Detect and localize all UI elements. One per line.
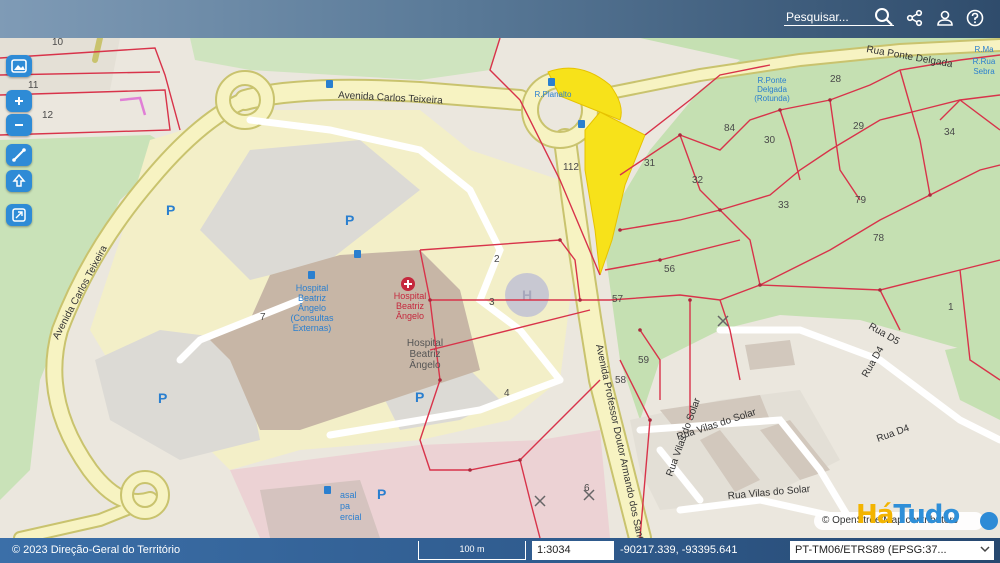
svg-text:10: 10 — [52, 38, 64, 48]
svg-text:32: 32 — [692, 175, 704, 186]
place-label-hospital-red: Hospital Beatriz Ângelo — [394, 291, 427, 321]
attribution-expand-button[interactable] — [980, 512, 998, 530]
svg-text:Externas): Externas) — [293, 323, 332, 333]
svg-text:Delgada: Delgada — [757, 85, 787, 94]
svg-text:59: 59 — [638, 355, 650, 366]
svg-text:Hospital: Hospital — [407, 338, 443, 349]
coordinate-readout: -90217.339, -93395.641 — [620, 544, 738, 556]
search-icon[interactable] — [874, 7, 894, 27]
svg-text:Hospital: Hospital — [394, 291, 427, 301]
svg-text:3: 3 — [489, 297, 495, 308]
svg-text:(Consultas: (Consultas — [290, 313, 334, 323]
svg-text:34: 34 — [944, 127, 956, 138]
svg-text:ercial: ercial — [340, 512, 362, 522]
zoom-out-button[interactable] — [6, 114, 32, 136]
svg-text:29: 29 — [853, 121, 865, 132]
svg-text:Sebra: Sebra — [973, 67, 995, 76]
status-bar: © 2023 Direção-Geral do Território 100 m… — [0, 538, 1000, 563]
search-box[interactable]: Pesquisar... — [784, 8, 894, 26]
measure-icon — [12, 148, 26, 162]
svg-text:30: 30 — [764, 135, 776, 146]
svg-text:R.Ma: R.Ma — [974, 45, 994, 54]
zoom-in-icon — [15, 97, 23, 105]
zoom-in-button[interactable] — [6, 90, 32, 112]
crs-select[interactable]: PT-TM06/ETRS89 (EPSG:37... — [790, 541, 994, 560]
svg-text:12: 12 — [42, 110, 54, 121]
user-icon[interactable] — [936, 9, 954, 27]
svg-text:P: P — [377, 486, 386, 502]
svg-text:Beatriz: Beatriz — [409, 349, 440, 360]
svg-text:78: 78 — [873, 233, 885, 244]
place-label-hospital-main: Hospital Beatriz Ângelo — [407, 338, 443, 371]
svg-text:84: 84 — [724, 123, 736, 134]
svg-text:P: P — [158, 390, 167, 406]
svg-text:7: 7 — [260, 312, 266, 323]
svg-text:56: 56 — [664, 264, 676, 275]
place-label-r-ponte-delgada: R.Ponte Delgada (Rotunda) — [754, 76, 790, 103]
copyright-symbol: © — [822, 515, 830, 526]
svg-text:Ângelo: Ângelo — [396, 311, 424, 321]
scale-input[interactable]: 1:3034 — [532, 541, 614, 560]
scale-bar: 100 m — [418, 541, 526, 560]
share-icon[interactable] — [906, 9, 924, 27]
copyright-text: © 2023 Direção-Geral do Território — [12, 544, 181, 556]
svg-text:R.Rua: R.Rua — [973, 57, 996, 66]
image-layer-icon — [11, 59, 27, 73]
svg-text:Ângelo: Ângelo — [409, 358, 441, 371]
map-viewer: Pesquisar... H 10 11 12 112 2 3 4 6 7 28… — [0, 0, 1000, 563]
svg-text:2: 2 — [494, 254, 500, 265]
svg-text:Hospital: Hospital — [296, 283, 329, 293]
svg-text:79: 79 — [855, 195, 867, 206]
top-bar: Pesquisar... — [0, 0, 1000, 38]
svg-text:4: 4 — [504, 388, 510, 399]
svg-text:Beatriz: Beatriz — [396, 301, 425, 311]
fullscreen-button[interactable] — [6, 204, 32, 226]
measure-button[interactable] — [6, 144, 32, 166]
svg-text:1: 1 — [948, 302, 954, 313]
hospital-icon — [401, 277, 415, 291]
crs-value: PT-TM06/ETRS89 (EPSG:37... — [795, 544, 947, 556]
image-layer-button[interactable] — [6, 55, 32, 77]
place-label-r-rua: R.Ma R.Rua Sebra — [973, 45, 996, 76]
svg-text:R.Ponte: R.Ponte — [758, 76, 787, 85]
place-label-r-planalto: R.Planalto — [535, 90, 572, 99]
svg-text:112: 112 — [563, 162, 579, 173]
chevron-down-icon — [980, 546, 990, 553]
svg-text:33: 33 — [778, 200, 790, 211]
svg-text:asal: asal — [340, 490, 357, 500]
svg-text:31: 31 — [644, 158, 656, 169]
svg-text:pa: pa — [340, 501, 350, 511]
map-canvas[interactable]: H 10 11 12 112 2 3 4 6 7 28 29 30 31 32 … — [0, 38, 1000, 538]
upload-button[interactable] — [6, 170, 32, 192]
svg-text:11: 11 — [28, 80, 39, 91]
svg-text:Beatriz: Beatriz — [298, 293, 327, 303]
svg-text:P: P — [166, 202, 175, 218]
help-icon[interactable] — [966, 9, 984, 27]
svg-text:28: 28 — [830, 74, 842, 85]
fullscreen-icon — [12, 208, 26, 222]
svg-text:P: P — [345, 212, 354, 228]
upload-icon — [12, 173, 26, 187]
svg-text:58: 58 — [615, 375, 627, 386]
svg-text:(Rotunda): (Rotunda) — [754, 94, 790, 103]
svg-text:57: 57 — [612, 294, 624, 305]
svg-text:Ângelo: Ângelo — [298, 303, 326, 313]
svg-text:6: 6 — [584, 483, 590, 494]
map-svg[interactable]: H 10 11 12 112 2 3 4 6 7 28 29 30 31 32 … — [0, 38, 1000, 538]
zoom-out-icon — [15, 124, 23, 126]
search-input[interactable]: Pesquisar... — [786, 10, 849, 24]
hatudo-logo: HáTudo — [856, 500, 960, 530]
svg-text:P: P — [415, 389, 424, 405]
